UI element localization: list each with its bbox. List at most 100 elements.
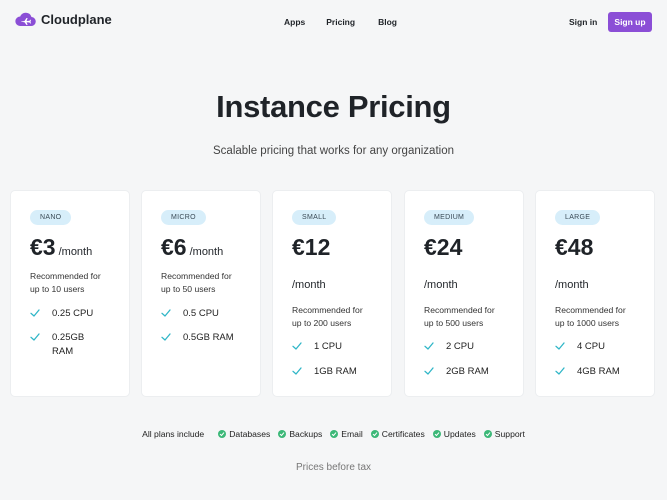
price-row: €48 bbox=[555, 234, 593, 261]
check-icon bbox=[424, 342, 434, 350]
nav-link-blog[interactable]: Blog bbox=[378, 17, 397, 27]
rec-line: Recommended for bbox=[292, 305, 363, 315]
feature-label: 4 CPU bbox=[577, 341, 605, 352]
brand-name: Cloudplane bbox=[41, 12, 112, 27]
plan-price: €48 bbox=[555, 234, 594, 260]
included-item-label: Backups bbox=[289, 429, 323, 439]
feature-item: 1 CPU bbox=[292, 340, 374, 354]
plan-price: €6 bbox=[161, 234, 187, 260]
rec-line: Recommended for bbox=[555, 305, 626, 315]
price-row: €24 bbox=[424, 234, 462, 261]
plan-badge: NANO bbox=[30, 210, 72, 225]
plan-badge: LARGE bbox=[555, 210, 601, 225]
price-row: €3/month bbox=[30, 234, 92, 261]
check-circle-icon bbox=[278, 430, 287, 438]
included-item-label: Databases bbox=[229, 429, 271, 439]
price-period: /month bbox=[424, 279, 458, 291]
feature-item: 4 CPU bbox=[555, 340, 637, 354]
plan-card-micro: MICRO €6/month Recommended for up to 50 … bbox=[141, 190, 261, 397]
plan-card-large: LARGE €48 /month Recommended for up to 1… bbox=[535, 190, 655, 397]
price-row: €12 bbox=[292, 234, 330, 261]
plan-card-small: SMALL €12 /month Recommended for up to 2… bbox=[272, 190, 392, 397]
check-icon bbox=[161, 309, 171, 317]
rec-line: up to 500 users bbox=[424, 318, 484, 328]
check-circle-icon bbox=[370, 430, 379, 438]
rec-line: up to 10 users bbox=[30, 284, 85, 294]
plan-price: €12 bbox=[292, 234, 331, 260]
included-item-label: Updates bbox=[443, 429, 476, 439]
check-circle-icon bbox=[483, 430, 492, 438]
feature-item: 0.5 CPU bbox=[161, 307, 243, 321]
price-period: /month bbox=[58, 246, 93, 258]
plan-badge: SMALL bbox=[292, 210, 337, 225]
rec-line: Recommended for bbox=[161, 271, 232, 281]
included-item-updates: Updates bbox=[432, 429, 476, 439]
feature-item: 2GB RAM bbox=[424, 365, 506, 379]
sign-in-link[interactable]: Sign in bbox=[569, 17, 597, 27]
plan-recommendation: Recommended for up to 500 users bbox=[424, 304, 516, 330]
price-period: /month bbox=[189, 246, 224, 258]
plan-recommendation: Recommended for up to 10 users bbox=[30, 270, 122, 296]
feature-item: 2 CPU bbox=[424, 340, 506, 354]
included-label: All plans include bbox=[142, 429, 205, 439]
plan-recommendation: Recommended for up to 1000 users bbox=[555, 304, 647, 330]
plan-recommendation: Recommended for up to 50 users bbox=[161, 270, 253, 296]
feature-label: 0.25GB RAM bbox=[52, 332, 85, 357]
included-item-label: Email bbox=[341, 429, 363, 439]
check-icon bbox=[555, 342, 565, 350]
sign-up-button[interactable]: Sign up bbox=[608, 12, 652, 32]
feature-item: 0.25GB RAM bbox=[30, 331, 92, 359]
nav-links: Apps Pricing Blog bbox=[284, 17, 397, 27]
price-row: €6/month bbox=[161, 234, 223, 261]
feature-item: 0.5GB RAM bbox=[161, 331, 243, 345]
feature-label: 0.5GB RAM bbox=[183, 332, 234, 343]
brand-logo[interactable]: Cloudplane bbox=[15, 12, 112, 27]
feature-item: 0.25 CPU bbox=[30, 307, 112, 321]
included-features-row: All plans include Databases Backups Emai… bbox=[0, 429, 667, 439]
price-period: /month bbox=[555, 279, 589, 291]
included-item-certificates: Certificates bbox=[370, 429, 425, 439]
feature-item: 1GB RAM bbox=[292, 365, 374, 379]
plan-card-medium: MEDIUM €24 /month Recommended for up to … bbox=[404, 190, 524, 397]
nav-link-pricing[interactable]: Pricing bbox=[326, 17, 355, 27]
feature-label: 4GB RAM bbox=[577, 366, 620, 377]
plan-price: €24 bbox=[424, 234, 463, 260]
included-item-support: Support bbox=[483, 429, 525, 439]
feature-label: 2 CPU bbox=[446, 341, 474, 352]
included-item-label: Certificates bbox=[381, 429, 425, 439]
cloud-plane-icon bbox=[15, 12, 36, 27]
included-item-email: Email bbox=[330, 429, 363, 439]
plan-badge: MICRO bbox=[161, 210, 206, 225]
feature-label: 0.25 CPU bbox=[52, 308, 94, 319]
check-icon bbox=[30, 309, 40, 317]
check-icon bbox=[555, 367, 565, 375]
page-subtitle: Scalable pricing that works for any orga… bbox=[213, 145, 454, 157]
check-circle-icon bbox=[432, 430, 441, 438]
included-item-label: Support bbox=[494, 429, 525, 439]
feature-item: 4GB RAM bbox=[555, 365, 637, 379]
plan-card-nano: NANO €3/month Recommended for up to 10 u… bbox=[10, 190, 130, 397]
check-circle-icon bbox=[330, 430, 339, 438]
plan-price: €3 bbox=[30, 234, 56, 260]
feature-label: 2GB RAM bbox=[446, 366, 489, 377]
top-nav: Cloudplane Apps Pricing Blog Sign in Sig… bbox=[0, 0, 667, 44]
rec-line: up to 50 users bbox=[161, 284, 216, 294]
plan-badge: MEDIUM bbox=[424, 210, 475, 225]
check-icon bbox=[30, 333, 40, 341]
plan-recommendation: Recommended for up to 200 users bbox=[292, 304, 384, 330]
tax-note: Prices before tax bbox=[295, 462, 372, 473]
rec-line: Recommended for bbox=[30, 271, 101, 281]
check-circle-icon bbox=[218, 430, 227, 438]
rec-line: up to 200 users bbox=[292, 318, 352, 328]
feature-label: 0.5 CPU bbox=[183, 308, 219, 319]
nav-link-apps[interactable]: Apps bbox=[284, 17, 305, 27]
check-icon bbox=[292, 367, 302, 375]
included-item-backups: Backups bbox=[278, 429, 322, 439]
page-title: Instance Pricing bbox=[216, 89, 451, 124]
check-icon bbox=[161, 333, 171, 341]
check-icon bbox=[424, 367, 434, 375]
check-icon bbox=[292, 342, 302, 350]
rec-line: up to 1000 users bbox=[555, 318, 620, 328]
feature-label: 1 CPU bbox=[314, 341, 342, 352]
included-item-databases: Databases bbox=[218, 429, 270, 439]
